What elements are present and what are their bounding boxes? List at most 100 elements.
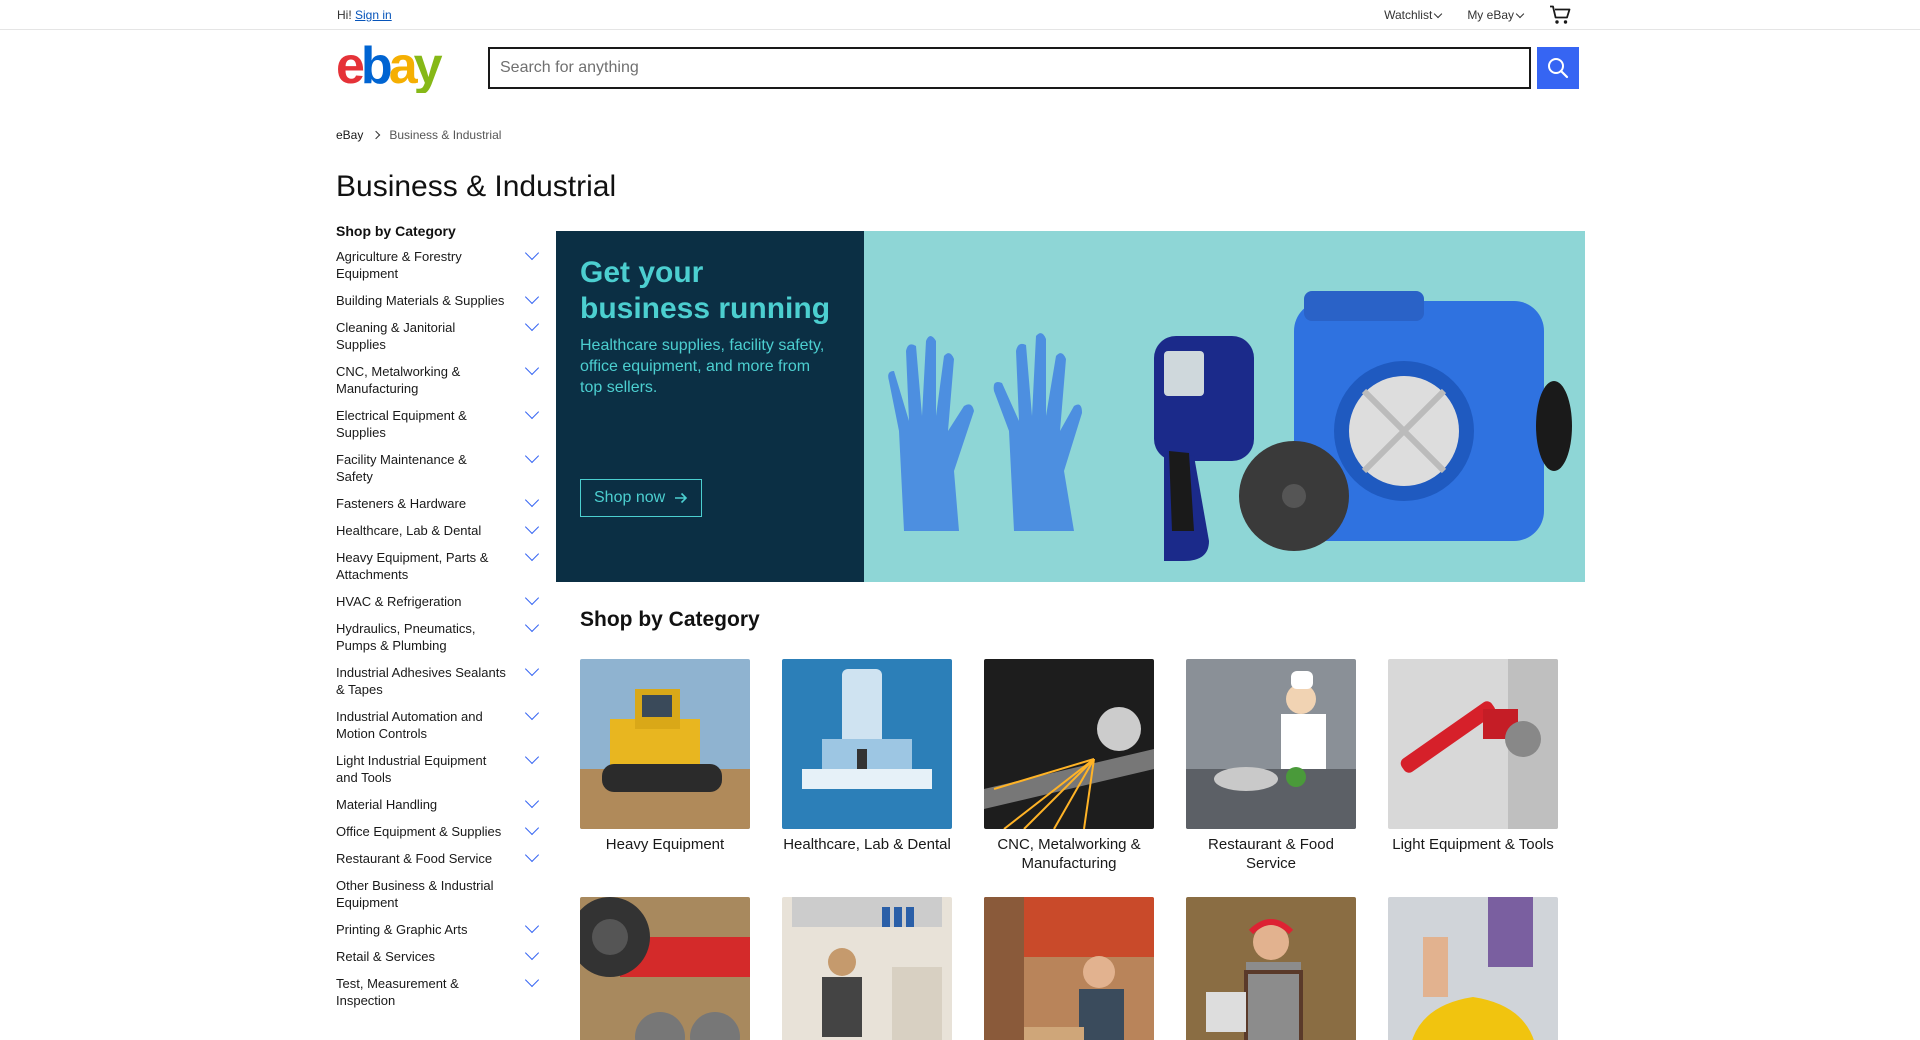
sidebar-item[interactable]: Heavy Equipment, Parts & Attachments: [336, 546, 542, 583]
sidebar-item-label: Cleaning & Janitorial Supplies: [336, 320, 456, 352]
category-image[interactable]: [1186, 897, 1356, 1040]
chevron-down-icon[interactable]: [524, 492, 540, 508]
sidebar-item-label: Light Industrial Equipment and Tools: [336, 753, 487, 785]
chevron-down-icon[interactable]: [524, 918, 540, 934]
sidebar-item[interactable]: Printing & Graphic Arts: [336, 918, 542, 938]
sidebar-item[interactable]: Cleaning & Janitorial Supplies: [336, 316, 542, 353]
search-button[interactable]: [1537, 47, 1579, 89]
sidebar-item[interactable]: Building Materials & Supplies: [336, 289, 542, 309]
category-card[interactable]: [1388, 897, 1558, 1040]
sidebar-item-label: Industrial Adhesives Sealants & Tapes: [336, 665, 506, 697]
category-image[interactable]: [1388, 659, 1558, 829]
category-image[interactable]: [580, 897, 750, 1040]
watchlist-label: Watchlist: [1384, 8, 1433, 22]
chevron-down-icon[interactable]: [524, 820, 540, 836]
chevron-down-icon[interactable]: [524, 705, 540, 721]
sidebar-item-label: CNC, Metalworking & Manufacturing: [336, 364, 461, 396]
sidebar-item[interactable]: CNC, Metalworking & Manufacturing: [336, 360, 542, 397]
chevron-down-icon[interactable]: [524, 245, 540, 261]
breadcrumb-home[interactable]: eBay: [336, 128, 363, 142]
sidebar-item[interactable]: Retail & Services: [336, 945, 542, 965]
category-label[interactable]: Restaurant & Food Service: [1186, 835, 1356, 873]
category-image[interactable]: [1388, 897, 1558, 1040]
sidebar-item[interactable]: Office Equipment & Supplies: [336, 820, 542, 840]
category-image[interactable]: [1186, 659, 1356, 829]
svg-text:ebay: ebay: [336, 45, 443, 93]
my-ebay-label: My eBay: [1467, 8, 1514, 22]
hero-headline: Get your business running: [580, 256, 831, 325]
sidebar-item[interactable]: Agriculture & Forestry Equipment: [336, 245, 542, 282]
category-label[interactable]: Light Equipment & Tools: [1388, 835, 1558, 854]
sidebar-item-label: Healthcare, Lab & Dental: [336, 523, 482, 538]
sidebar-item[interactable]: Hydraulics, Pneumatics, Pumps & Plumbing: [336, 617, 542, 654]
chevron-down-icon[interactable]: [524, 661, 540, 677]
chevron-down-icon[interactable]: [524, 847, 540, 863]
category-image[interactable]: [984, 659, 1154, 829]
category-card[interactable]: [580, 897, 750, 1040]
category-image[interactable]: [782, 897, 952, 1040]
category-card[interactable]: [782, 897, 952, 1040]
shop-now-button[interactable]: Shop now: [580, 479, 703, 517]
category-label[interactable]: Heavy Equipment: [580, 835, 750, 854]
chevron-down-icon[interactable]: [524, 448, 540, 464]
hero-image: [864, 231, 1585, 582]
sidebar-item[interactable]: Facility Maintenance & Safety: [336, 448, 542, 485]
chevron-down-icon[interactable]: [524, 749, 540, 765]
category-grid-heading: Shop by Category: [580, 608, 760, 631]
greeting-text: Hi!: [337, 8, 352, 22]
sidebar-item[interactable]: Restaurant & Food Service: [336, 847, 542, 867]
category-image[interactable]: [984, 897, 1154, 1040]
chevron-down-icon[interactable]: [524, 404, 540, 420]
category-sidebar: Shop by Category Agriculture & Forestry …: [336, 223, 542, 1019]
chevron-down-icon[interactable]: [524, 793, 540, 809]
sidebar-item-label: Test, Measurement & Inspection: [336, 976, 459, 1008]
cart-icon[interactable]: [1549, 5, 1571, 25]
sidebar-item-label: Facility Maintenance & Safety: [336, 452, 467, 484]
sidebar-item-label: Heavy Equipment, Parts & Attachments: [336, 550, 489, 582]
ebay-logo[interactable]: ebay: [336, 37, 454, 95]
sidebar-item-label: Agriculture & Forestry Equipment: [336, 249, 462, 281]
chevron-down-icon: [1434, 9, 1443, 18]
category-card[interactable]: Healthcare, Lab & Dental: [782, 659, 952, 873]
chevron-down-icon[interactable]: [524, 945, 540, 961]
chevron-down-icon[interactable]: [524, 546, 540, 562]
search-box: [488, 47, 1531, 89]
sidebar-heading: Shop by Category: [336, 223, 456, 239]
sign-in-link[interactable]: Sign in: [355, 8, 392, 22]
sidebar-item[interactable]: Test, Measurement & Inspection: [336, 972, 542, 1009]
chevron-down-icon[interactable]: [524, 316, 540, 332]
sidebar-item[interactable]: HVAC & Refrigeration: [336, 590, 542, 610]
watchlist-menu[interactable]: Watchlist: [1384, 8, 1443, 22]
category-card[interactable]: CNC, Metalworking & Manufacturing: [984, 659, 1154, 873]
sidebar-item-label: Restaurant & Food Service: [336, 851, 493, 866]
category-card[interactable]: [1186, 897, 1356, 1040]
sidebar-item[interactable]: Light Industrial Equipment and Tools: [336, 749, 542, 786]
category-card[interactable]: Restaurant & Food Service: [1186, 659, 1356, 873]
sidebar-item[interactable]: Healthcare, Lab & Dental: [336, 519, 542, 539]
category-card[interactable]: [984, 897, 1154, 1040]
category-image[interactable]: [782, 659, 952, 829]
chevron-down-icon[interactable]: [524, 617, 540, 633]
my-ebay-menu[interactable]: My eBay: [1467, 8, 1525, 22]
chevron-down-icon[interactable]: [524, 590, 540, 606]
sidebar-item[interactable]: Fasteners & Hardware: [336, 492, 542, 512]
search-input[interactable]: [500, 59, 1529, 77]
topbar-right: Watchlist My eBay: [1384, 0, 1571, 30]
sidebar-item[interactable]: Other Business & Industrial Equipment: [336, 877, 542, 911]
chevron-down-icon[interactable]: [524, 972, 540, 988]
sidebar-item[interactable]: Industrial Adhesives Sealants & Tapes: [336, 661, 542, 698]
category-label[interactable]: CNC, Metalworking & Manufacturing: [984, 835, 1154, 873]
category-image[interactable]: [580, 659, 750, 829]
chevron-down-icon[interactable]: [524, 360, 540, 376]
sidebar-item[interactable]: Industrial Automation and Motion Control…: [336, 705, 542, 742]
sidebar-item-label: Building Materials & Supplies: [336, 293, 505, 308]
category-card[interactable]: Heavy Equipment: [580, 659, 750, 873]
category-label[interactable]: Healthcare, Lab & Dental: [782, 835, 952, 854]
chevron-down-icon[interactable]: [524, 289, 540, 305]
sidebar-item[interactable]: Electrical Equipment & Supplies: [336, 404, 542, 441]
chevron-down-icon[interactable]: [524, 519, 540, 535]
sidebar-item-label: Hydraulics, Pneumatics, Pumps & Plumbing: [336, 621, 476, 653]
sidebar-item[interactable]: Material Handling: [336, 793, 542, 813]
hero-banner: Get your business running Healthcare sup…: [556, 231, 1585, 582]
category-card[interactable]: Light Equipment & Tools: [1388, 659, 1558, 873]
